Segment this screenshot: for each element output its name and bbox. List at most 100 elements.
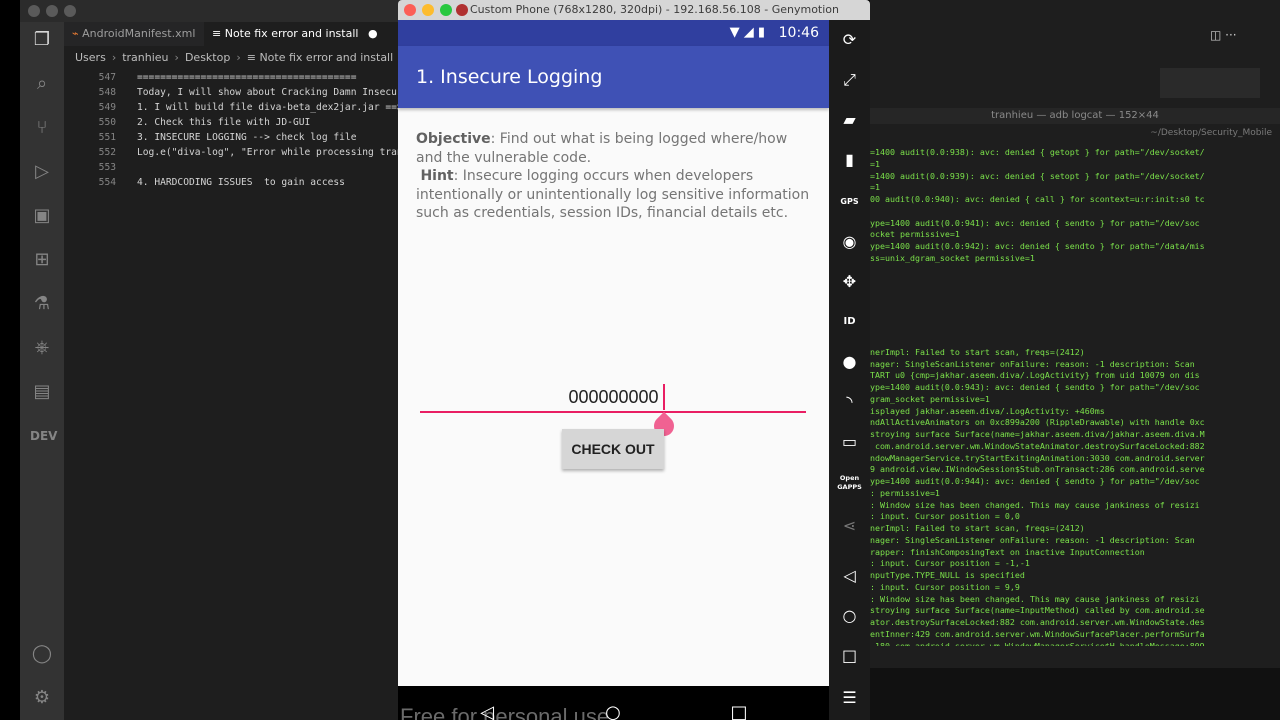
rotate-icon[interactable]: ⟳ xyxy=(829,28,870,52)
line-number: 547 xyxy=(98,72,116,83)
app-bar: 1. Insecure Logging xyxy=(398,46,829,108)
terminal-window: tranhieu — adb logcat — 152×44 ~/Desktop… xyxy=(870,0,1280,720)
log-line: rapper: finishComposingText on inactive … xyxy=(870,546,1145,557)
log-line: : input. Cursor position = -1,-1 xyxy=(870,558,1030,569)
log-line: nputType.TYPE_NULL is specified xyxy=(870,570,1025,580)
objective-label: Objective xyxy=(416,131,491,147)
terminal-footer xyxy=(870,668,1280,720)
android-screen[interactable]: ▼ ◢ ▮ 10:46 1. Insecure Logging Objectiv… xyxy=(398,20,829,720)
page-title: 1. Insecure Logging xyxy=(416,66,603,88)
tab-note-fix-error[interactable]: ≡ Note fix error and install ● xyxy=(204,22,404,46)
breadcrumb-item[interactable]: Users xyxy=(75,51,106,64)
zoom-window-button[interactable] xyxy=(64,5,76,17)
settings-gear-icon[interactable]: ⚙ xyxy=(30,686,54,710)
flask-icon[interactable]: ⚗ xyxy=(30,292,54,316)
terminal-title: tranhieu — adb logcat — 152×44 xyxy=(870,108,1280,124)
window-title: Custom Phone (768x1280, 320dpi) - 192.16… xyxy=(470,3,839,16)
line-text: Today, I will show about Cracking Damn I… xyxy=(137,87,403,98)
genymotion-toolbar: ⟳ ⤢ ▰ ▮ GPS ◉ ✥ ID ● ◝ ▭ Open GAPPS ⋖ ◁ … xyxy=(829,20,870,720)
network-icon[interactable]: ◝ xyxy=(829,390,870,414)
remote-explorer-icon[interactable]: ▣ xyxy=(30,204,54,228)
move-icon[interactable]: ✥ xyxy=(829,270,870,294)
log-line: =1 xyxy=(870,182,880,193)
home-nav-icon[interactable]: ○ xyxy=(601,702,625,720)
account-icon[interactable]: ◯ xyxy=(30,642,54,666)
minimize-window-button[interactable] xyxy=(46,5,58,17)
log-line: : input. Cursor position = 0,0 xyxy=(870,511,1020,522)
fullscreen-icon[interactable]: ⤢ xyxy=(829,68,870,92)
log-line: : Window size has been changed. This may… xyxy=(870,593,1200,604)
extensions-icon[interactable]: ⊞ xyxy=(30,248,54,272)
webcam-icon[interactable]: ◉ xyxy=(829,230,870,254)
tab-androidmanifest[interactable]: ⌁ AndroidManifest.xml xyxy=(64,22,204,46)
device-id-icon[interactable]: ID xyxy=(829,310,870,334)
chevron-right-icon: › xyxy=(236,51,241,64)
log-line: com.android.server.wm.WindowStateAnimato… xyxy=(870,440,1205,451)
list-icon: ≡ xyxy=(212,27,225,40)
back-nav-icon[interactable]: ◁ xyxy=(475,702,499,720)
status-time: 10:46 xyxy=(778,25,819,41)
chevron-right-icon: › xyxy=(174,51,179,64)
battery-icon[interactable]: ▮ xyxy=(829,148,870,172)
dev-label[interactable]: DEV xyxy=(30,424,57,448)
line-text: 4. HARDCODING ISSUES to gain access xyxy=(137,177,345,188)
activity-bar: ❐ ⌕ ⑂ ▷ ▣ ⊞ ⚗ ⎈ ▤ DEV ◯ ⚙ xyxy=(20,22,64,720)
debug-icon[interactable]: ▷ xyxy=(30,160,54,184)
chevron-right-icon: › xyxy=(111,51,117,64)
genymotion-titlebar: Custom Phone (768x1280, 320dpi) - 192.16… xyxy=(398,0,870,20)
credit-card-input[interactable]: 000000000 xyxy=(398,387,829,408)
close-window-button[interactable] xyxy=(28,5,40,17)
log-line: nerImpl: Failed to start scan, freqs=(24… xyxy=(870,346,1085,357)
media-icon[interactable]: ● xyxy=(829,350,870,374)
check-out-button[interactable]: CHECK OUT xyxy=(562,429,664,469)
screencast-icon[interactable]: ▰ xyxy=(829,108,870,132)
breadcrumb-item[interactable]: tranhieu xyxy=(122,51,168,64)
source-control-icon[interactable]: ⑂ xyxy=(30,116,54,140)
sms-icon[interactable]: ▭ xyxy=(829,430,870,454)
log-line: ocket permissive=1 xyxy=(870,229,960,240)
breadcrumb-item[interactable]: Note fix error and install xyxy=(259,51,393,64)
wifi-signal-battery-icon: ▼ ◢ ▮ xyxy=(729,25,765,40)
close-window-button[interactable] xyxy=(404,4,416,16)
back-icon[interactable]: ◁ xyxy=(829,564,870,588)
minimap[interactable] xyxy=(1160,68,1260,98)
log-line: ype=1400 audit(0.0:941): avc: denied { s… xyxy=(870,217,1200,228)
status-bar: ▼ ◢ ▮ 10:46 xyxy=(398,20,829,46)
log-line: 180 com.android.server.wm.WindowManagerS… xyxy=(870,640,1205,647)
log-line: ype=1400 audit(0.0:944): avc: denied { s… xyxy=(870,476,1200,486)
logcat-output[interactable]: =1400 audit(0.0:938): avc: denied { geto… xyxy=(870,146,1280,646)
menu-icon[interactable]: ☰ xyxy=(829,686,870,710)
line-number: 553 xyxy=(98,162,116,173)
watermark-text: Free for personal use xyxy=(400,704,610,720)
minimize-window-button[interactable] xyxy=(422,4,434,16)
docker-icon[interactable]: ▤ xyxy=(30,380,54,404)
log-line: ype=1400 audit(0.0:943): avc: denied { s… xyxy=(870,382,1200,392)
description-text: Objective: Find out what is being logged… xyxy=(416,130,816,223)
kubernetes-icon[interactable]: ⎈ xyxy=(30,336,54,360)
terminal-path: ~/Desktop/Security_Mobile xyxy=(1150,128,1272,138)
share-icon[interactable]: ⋖ xyxy=(829,514,870,538)
log-line: ype=1400 audit(0.0:942): avc: denied { s… xyxy=(870,241,1205,251)
recents-nav-icon[interactable]: □ xyxy=(727,702,751,720)
breadcrumb-item[interactable]: Desktop xyxy=(185,51,230,64)
log-line: =1400 audit(0.0:938): avc: denied { geto… xyxy=(870,147,1205,157)
line-text: 3. INSECURE LOGGING --> check log file xyxy=(137,132,357,143)
explorer-icon[interactable]: ❐ xyxy=(30,28,54,52)
search-icon[interactable]: ⌕ xyxy=(30,72,54,96)
tab-label: Note fix error and install xyxy=(224,27,359,40)
log-line: : Window size has been changed. This may… xyxy=(870,499,1200,510)
log-line: ator.destroySurfaceLocked:882 com.androi… xyxy=(870,617,1205,627)
log-line: entInner:429 com.android.server.wm.Windo… xyxy=(870,628,1205,639)
line-text: 2. Check this file with JD-GUI xyxy=(137,117,311,128)
line-number: 551 xyxy=(98,132,116,143)
zoom-window-button[interactable] xyxy=(440,4,452,16)
line-number: 552 xyxy=(98,147,116,158)
rss-icon: ⌁ xyxy=(72,27,83,40)
modified-dot-icon[interactable]: ● xyxy=(368,27,378,40)
split-editor-icon[interactable]: ◫ ··· xyxy=(1210,28,1237,42)
home-icon[interactable]: ○ xyxy=(829,604,870,628)
recents-icon[interactable]: □ xyxy=(829,644,870,668)
gps-icon[interactable]: GPS xyxy=(829,190,870,214)
line-text: ====================================== xyxy=(137,72,357,83)
opengapps-icon[interactable]: Open GAPPS xyxy=(829,474,870,498)
